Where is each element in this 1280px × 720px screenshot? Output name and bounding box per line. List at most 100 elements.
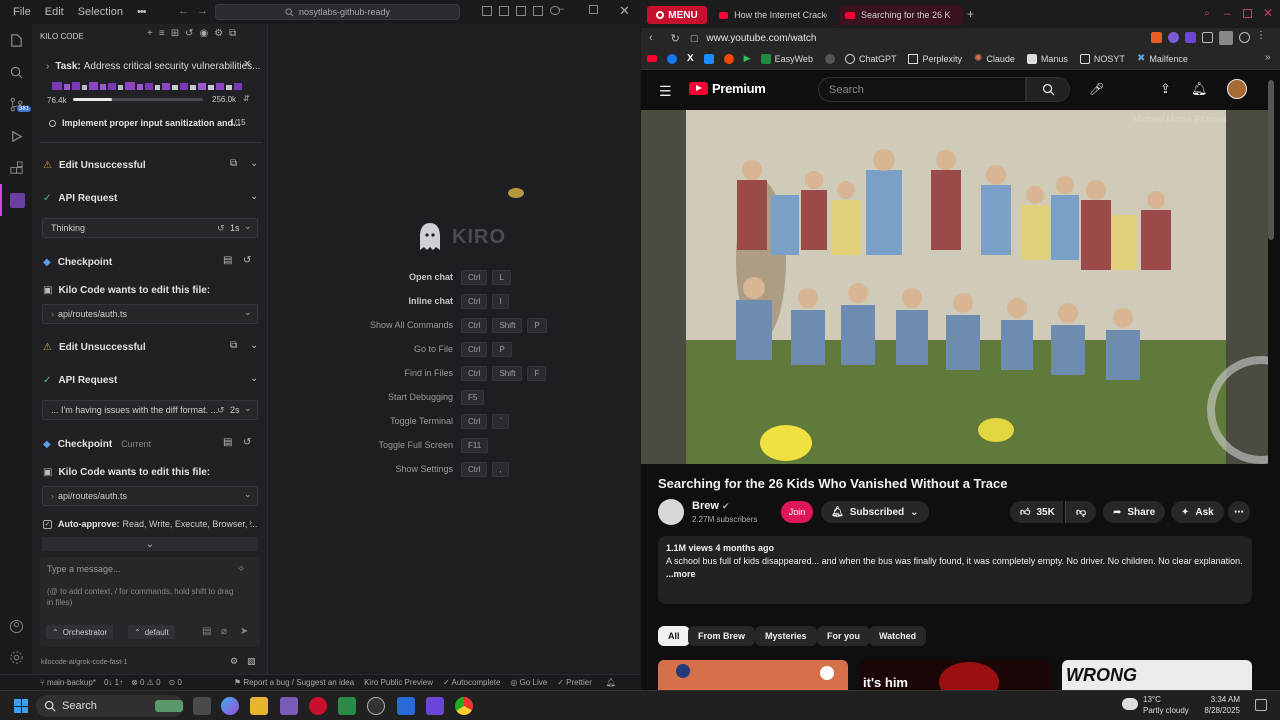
reload-icon[interactable]: ↻ (671, 32, 680, 45)
youtube-logo[interactable]: Premium (689, 81, 766, 96)
shortcut-row[interactable]: Show All Commands Ctrl Shift P (268, 318, 640, 334)
maximize-icon[interactable] (589, 5, 598, 14)
reddit-bookmark-icon[interactable] (723, 53, 734, 64)
clock[interactable]: 3:34 AM 8/28/2025 (1200, 694, 1240, 716)
shortcut-row[interactable]: Show Settings Ctrl, (268, 462, 640, 478)
chevron-down-icon[interactable]: ⌄ (244, 221, 252, 232)
close-task-icon[interactable]: ✕ (243, 59, 251, 70)
shortcut-row[interactable]: Toggle Terminal Ctrl ` (268, 414, 640, 430)
chip-from-brew[interactable]: From Brew (688, 626, 756, 646)
windows-start-icon[interactable] (14, 699, 28, 713)
chip-all[interactable]: All (658, 626, 690, 646)
shortcut-row[interactable]: Find in Files Ctrl Shift F (268, 366, 640, 382)
todo-row[interactable]: Implement proper input sanitization and.… (40, 116, 262, 130)
ask-button[interactable]: ✦ Ask (1171, 501, 1224, 523)
shortcut-row[interactable]: Toggle Full Screen F11 (268, 438, 640, 454)
autocomplete-status[interactable]: ✓ Autocomplete (443, 678, 500, 687)
kiro-app-icon[interactable] (280, 697, 298, 715)
share-button[interactable]: ➦ Share (1103, 501, 1166, 523)
yt-search-button[interactable] (1026, 77, 1070, 102)
layout-toggle-icon[interactable] (482, 6, 492, 16)
send-icon[interactable]: ➤ (240, 626, 248, 637)
weather-widget[interactable]: 13°C Partly cloudy (1143, 694, 1189, 716)
tab-26-kids[interactable]: Searching for the 26 K (839, 5, 963, 25)
extension-icon[interactable] (1151, 32, 1162, 43)
search-icon[interactable] (0, 56, 32, 88)
url-field[interactable]: www.youtube.com/watch (706, 33, 816, 44)
bookmark-easyweb[interactable]: EasyWeb (760, 53, 813, 64)
shortcut-row[interactable]: Open chat Ctrl L (268, 270, 640, 286)
tab-internet-cracked[interactable]: How the Internet Cracked (713, 5, 833, 25)
extension-icon[interactable] (1168, 32, 1179, 43)
image-edit-icon[interactable]: ▧ (247, 656, 256, 667)
checkpoint-row-1[interactable]: ◆ Checkpoint ▤ ↺ (40, 255, 262, 269)
channel-name-row[interactable]: Brew ✔ (692, 500, 730, 512)
diff-message-box[interactable]: ... I'm having issues with the diff form… (42, 400, 258, 420)
message-input[interactable]: Type a message... (47, 564, 121, 574)
wordpress-bookmark-icon[interactable] (824, 53, 835, 64)
related-thumbnail-2[interactable]: it's him (859, 660, 1051, 690)
close-icon[interactable]: ✕ (1263, 6, 1273, 20)
show-more-link[interactable]: ...more (666, 568, 1244, 581)
new-task-icon[interactable]: + (147, 28, 153, 39)
kiro-preview-status[interactable]: Kiro Public Preview (364, 678, 433, 687)
run-debug-icon[interactable] (0, 120, 32, 152)
ports-status[interactable]: ⊙ 0 (169, 678, 182, 687)
back-arrow-icon[interactable]: ‹ (649, 32, 653, 44)
bell-icon[interactable]: 🔔︎ (606, 678, 616, 687)
edit-unsuccessful-row-2[interactable]: ⚠ Edit Unsuccessful ⧉ ⌄ (40, 340, 262, 354)
search-tabs-icon[interactable]: ⌕ (1204, 8, 1210, 19)
chevron-down-icon[interactable]: ⌄ (244, 403, 252, 414)
dislike-button[interactable]: 👎︎ (1065, 501, 1097, 523)
hamburger-menu-icon[interactable]: ☰ (659, 83, 672, 100)
site-bookmark-icon[interactable] (703, 53, 714, 64)
chevron-down-icon[interactable]: ⌄ (250, 373, 258, 384)
sidebar-toggle-icon[interactable] (516, 6, 526, 16)
bookmark-nosyt[interactable]: NOSYT (1079, 53, 1125, 64)
extension-icon[interactable]: ⚙ (230, 656, 238, 667)
maximize-icon[interactable] (1243, 9, 1252, 18)
chip-mysteries[interactable]: Mysteries (755, 626, 817, 646)
chevron-right-icon[interactable]: › (249, 517, 252, 527)
chevron-down-icon[interactable]: ⌄ (250, 340, 258, 351)
scroll-down-button[interactable]: ⌄ (42, 537, 258, 551)
subscribed-button[interactable]: 🔔︎ Subscribed ⌄ (821, 501, 929, 523)
thinking-box[interactable]: Thinking ↺ 1s ⌄ (42, 218, 258, 238)
profile-selector[interactable]: ⌃ default (128, 625, 175, 639)
sync-status[interactable]: 0↓ 1↑ (104, 678, 123, 687)
branch-indicator[interactable]: ⑂ main-backup* (40, 678, 96, 687)
app-icon[interactable] (426, 697, 444, 715)
chevron-down-icon[interactable]: ⌄ (244, 489, 252, 500)
open-in-editor-icon[interactable]: ⧉ (229, 28, 236, 39)
menu-file[interactable]: File (6, 6, 38, 18)
like-button[interactable]: 👍︎ 35K (1010, 501, 1063, 523)
yt-search-input[interactable]: Search (818, 77, 1026, 102)
diff-file-icon[interactable]: ▤ (223, 255, 232, 266)
file-explorer-icon[interactable] (250, 697, 268, 715)
user-avatar[interactable] (1227, 79, 1247, 99)
related-thumbnail-1[interactable] (658, 660, 848, 690)
task-header[interactable]: › Task: Address critical security vulner… (40, 59, 262, 73)
bookmark-chatgpt[interactable]: ChatGPT (844, 53, 896, 64)
play-bookmark-icon[interactable]: ▶ (744, 53, 751, 64)
account-icon[interactable] (0, 610, 32, 642)
back-arrow-icon[interactable]: ← (178, 5, 189, 17)
opera-app-icon[interactable] (309, 697, 327, 715)
edit-unsuccessful-row-1[interactable]: ⚠ Edit Unsuccessful ⧉ ⌄ (40, 158, 262, 172)
chevron-down-icon[interactable]: ⌄ (244, 307, 252, 318)
diff-file-icon[interactable]: ▤ (223, 437, 232, 448)
problems-status[interactable]: ⊗ 0 ⚠ 0 (131, 678, 160, 687)
join-button[interactable]: Join (781, 501, 813, 523)
extensions-icon[interactable] (0, 152, 32, 184)
notification-center-icon[interactable] (1255, 699, 1267, 711)
auto-approve-checkbox[interactable]: ✓ (43, 519, 52, 529)
copilot-icon[interactable] (221, 697, 239, 715)
report-bug-link[interactable]: ⚑ Report a bug / Suggest an idea (234, 678, 354, 687)
file-box-2[interactable]: › api/routes/auth.ts ⌄ (42, 486, 258, 506)
explorer-icon[interactable] (0, 24, 32, 56)
microphone-icon[interactable]: 🎤︎ (1089, 82, 1104, 96)
profile-icon[interactable]: ◉ (199, 28, 208, 39)
mcp-icon[interactable]: ⊞ (171, 28, 179, 39)
chevron-down-icon[interactable]: ⌄ (250, 191, 258, 202)
more-actions-button[interactable]: ⋯ (1228, 501, 1250, 523)
